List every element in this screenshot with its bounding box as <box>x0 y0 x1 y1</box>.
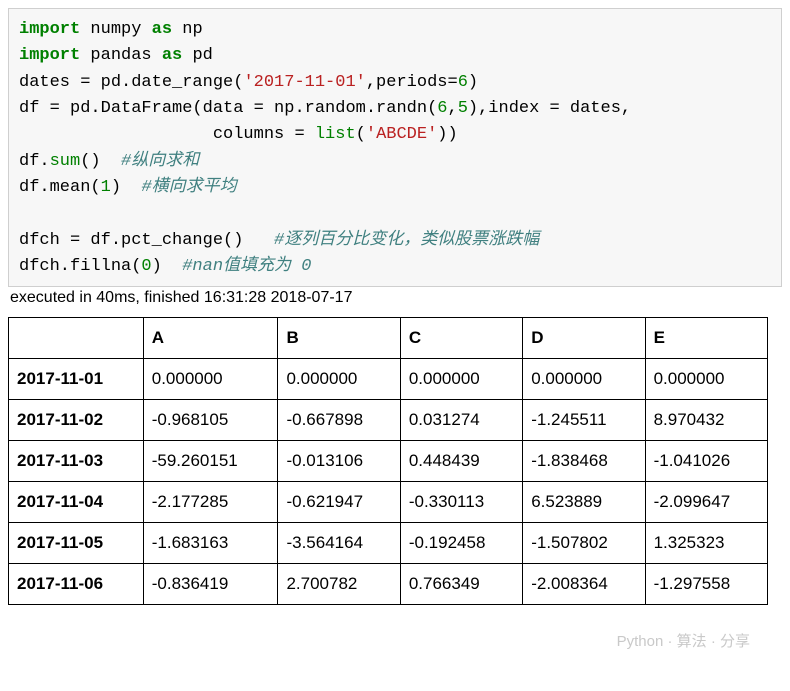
string-literal: 'ABCDE' <box>366 125 437 144</box>
kw-import: import <box>19 46 80 65</box>
code-text: ,periods= <box>366 73 458 92</box>
output-table: A B C D E 2017-11-01 0.000000 0.000000 0… <box>8 317 768 605</box>
column-header: A <box>143 318 278 359</box>
table-cell: -1.507802 <box>523 523 645 564</box>
table-cell: 0.000000 <box>400 359 522 400</box>
code-text: dates = pd.date_range( <box>19 73 243 92</box>
table-header-row: A B C D E <box>9 318 768 359</box>
row-index: 2017-11-06 <box>9 564 144 605</box>
code-text: columns = <box>19 125 315 144</box>
kw-import: import <box>19 20 80 39</box>
code-text: dfch = df.pct_change() <box>19 231 274 250</box>
code-text: ( <box>356 125 366 144</box>
row-index: 2017-11-04 <box>9 482 144 523</box>
table-cell: 0.000000 <box>278 359 400 400</box>
string-literal: '2017-11-01' <box>243 73 365 92</box>
table-cell: -1.683163 <box>143 523 278 564</box>
table-cell: 6.523889 <box>523 482 645 523</box>
column-header: E <box>645 318 767 359</box>
table-corner-cell <box>9 318 144 359</box>
row-index: 2017-11-01 <box>9 359 144 400</box>
code-text: ) <box>111 178 142 197</box>
code-text: ) <box>468 73 478 92</box>
code-text: df = pd.DataFrame(data = np.random.randn… <box>19 99 437 118</box>
comment: #nan值填充为 0 <box>182 257 311 276</box>
code-text: )) <box>437 125 457 144</box>
table-cell: 0.000000 <box>645 359 767 400</box>
table-row: 2017-11-01 0.000000 0.000000 0.000000 0.… <box>9 359 768 400</box>
code-text: np <box>172 20 203 39</box>
execution-status: executed in 40ms, finished 16:31:28 2018… <box>8 287 782 311</box>
code-text: pd <box>182 46 213 65</box>
table-row: 2017-11-04 -2.177285 -0.621947 -0.330113… <box>9 482 768 523</box>
kw-as: as <box>152 20 172 39</box>
column-header: D <box>523 318 645 359</box>
code-text: ) <box>152 257 183 276</box>
comment: #逐列百分比变化，类似股票涨跌幅 <box>274 231 539 250</box>
number-literal: 0 <box>141 257 151 276</box>
row-index: 2017-11-02 <box>9 400 144 441</box>
code-text: numpy <box>80 20 151 39</box>
table-cell: -0.192458 <box>400 523 522 564</box>
watermark: Python · 算法 · 分享 <box>617 630 750 651</box>
table-cell: 0.000000 <box>523 359 645 400</box>
table-cell: -0.013106 <box>278 441 400 482</box>
table-cell: -0.968105 <box>143 400 278 441</box>
table-cell: 0.031274 <box>400 400 522 441</box>
table-cell: -0.667898 <box>278 400 400 441</box>
table-row: 2017-11-02 -0.968105 -0.667898 0.031274 … <box>9 400 768 441</box>
method-sum: sum <box>50 152 81 171</box>
code-text: () <box>80 152 121 171</box>
table-cell: -2.099647 <box>645 482 767 523</box>
number-literal: 6 <box>458 73 468 92</box>
table-cell: 0.000000 <box>143 359 278 400</box>
comment: #横向求平均 <box>141 178 236 197</box>
number-literal: 5 <box>458 99 468 118</box>
table-cell: -1.245511 <box>523 400 645 441</box>
table-cell: 0.448439 <box>400 441 522 482</box>
table-cell: 0.766349 <box>400 564 522 605</box>
table-cell: -1.041026 <box>645 441 767 482</box>
code-cell: import numpy as np import pandas as pd d… <box>8 8 782 287</box>
table-cell: -3.564164 <box>278 523 400 564</box>
table-row: 2017-11-06 -0.836419 2.700782 0.766349 -… <box>9 564 768 605</box>
column-header: B <box>278 318 400 359</box>
code-text: ),index = dates, <box>468 99 631 118</box>
number-literal: 6 <box>437 99 447 118</box>
code-text: pandas <box>80 46 162 65</box>
table-cell: -2.177285 <box>143 482 278 523</box>
code-text: , <box>447 99 457 118</box>
code-text: df. <box>19 152 50 171</box>
number-literal: 1 <box>101 178 111 197</box>
comment: #纵向求和 <box>121 152 199 171</box>
table-row: 2017-11-05 -1.683163 -3.564164 -0.192458… <box>9 523 768 564</box>
builtin-list: list <box>315 125 356 144</box>
table-cell: -1.297558 <box>645 564 767 605</box>
code-text: dfch.fillna( <box>19 257 141 276</box>
code-text: df.mean( <box>19 178 101 197</box>
table-cell: 2.700782 <box>278 564 400 605</box>
row-index: 2017-11-03 <box>9 441 144 482</box>
table-cell: 8.970432 <box>645 400 767 441</box>
row-index: 2017-11-05 <box>9 523 144 564</box>
table-cell: -0.836419 <box>143 564 278 605</box>
table-cell: -0.330113 <box>400 482 522 523</box>
column-header: C <box>400 318 522 359</box>
table-cell: 1.325323 <box>645 523 767 564</box>
table-cell: -2.008364 <box>523 564 645 605</box>
table-row: 2017-11-03 -59.260151 -0.013106 0.448439… <box>9 441 768 482</box>
table-cell: -0.621947 <box>278 482 400 523</box>
table-cell: -1.838468 <box>523 441 645 482</box>
table-cell: -59.260151 <box>143 441 278 482</box>
kw-as: as <box>162 46 182 65</box>
